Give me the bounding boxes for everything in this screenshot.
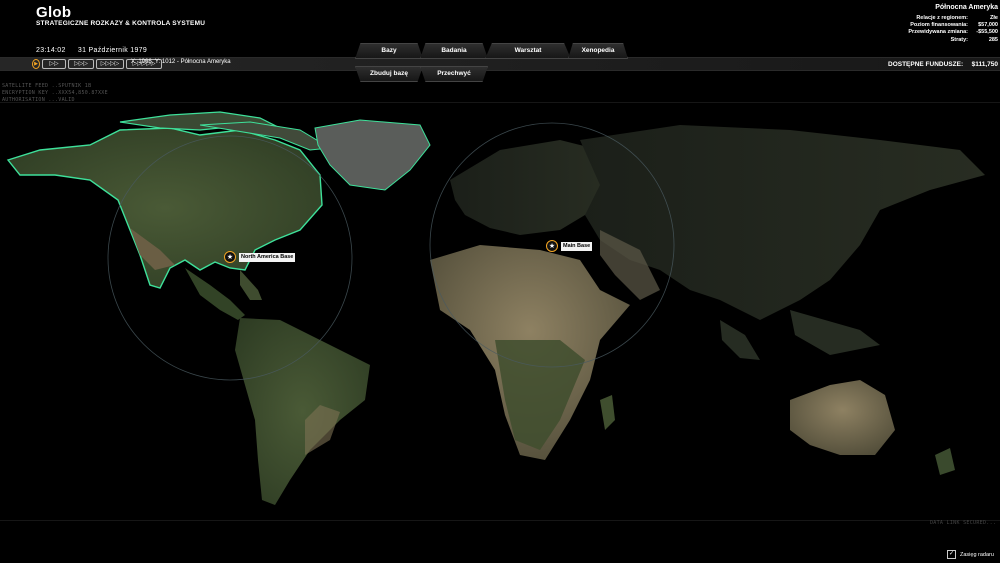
europe [450,140,610,235]
data-link-status: DATA LINK SECURED... [930,520,997,526]
stat-row: Przewidywana zmiana: -$55,500 [900,29,1000,36]
speed-2-button[interactable]: ▷▷▷ [68,58,94,69]
world-map[interactable] [0,0,1000,563]
main-base-marker[interactable]: ★ Main Base [546,240,593,252]
radar-range-label: Zasięg radaru [960,551,994,558]
base-label: Main Base [561,241,593,251]
stat-value: -$55,500 [976,29,998,36]
funds-label: DOSTĘPNE FUNDUSZE: [888,61,964,68]
base-label: North America Base [239,252,296,262]
funds-value: $111,750 [971,61,998,68]
greenland [314,119,431,191]
speed-1-button[interactable]: ▷▷ [42,58,66,69]
build-base-button[interactable]: Zbuduj bazę [355,66,423,82]
stat-label: Przewidywana zmiana: [908,29,968,36]
page-title: Glob [36,4,72,21]
stat-label: Poziom finansowania: [910,22,968,29]
game-date: 31 Październik 1979 [77,47,148,54]
north-america-base-marker[interactable]: ★ North America Base [224,251,296,263]
bases-button[interactable]: Bazy [355,43,423,59]
intercept-button[interactable]: Przechwyć [420,66,488,82]
star-icon: ★ [546,240,558,252]
encryption-key-line: ENCRYPTION KEY ..XXX54,850.87XXE [2,90,108,96]
south-america [235,318,370,505]
region-panel: Północna Ameryka Relacje z regionem: Złe … [900,4,1000,44]
speed-3-button[interactable]: ▷▷▷▷ [96,58,124,69]
radar-range-toggle[interactable]: ✓ Zasięg radaru [947,550,994,559]
star-icon: ★ [224,251,236,263]
central-america [185,268,245,320]
north-america[interactable] [6,111,332,300]
bottom-divider [0,520,1000,521]
stat-label: Straty: [950,36,968,43]
pause-button[interactable]: ▶ [32,58,40,69]
page-subtitle: STRATEGICZNE ROZKAZY & KONTROLA SYSTEMU [36,20,206,27]
cursor-coordinates: X: 1966, Y: 1012 - Północna Ameryka [131,59,231,65]
xenopedia-button[interactable]: Xenopedia [568,43,628,59]
satellite-feed-line: SATELLITE FEED ..SPUTNIK 1B [2,83,92,89]
stat-row: Relacje z regionem: Złe [900,15,1000,22]
workshop-button[interactable]: Warsztat [485,43,571,59]
stat-value: 285 [988,36,998,43]
stat-value: $57,000 [978,22,998,29]
satellite-feed-info: SATELLITE FEED ..SPUTNIK 1B ENCRYPTION K… [2,83,108,104]
stat-row: Straty: 285 [900,37,1000,44]
australia [790,380,895,455]
region-name: Północna Ameryka [935,4,998,11]
game-clock: 23:14:02 31 Październik 1979 [36,47,157,54]
game-time: 23:14:02 [36,47,66,54]
stat-row: Poziom finansowania: $57,000 [900,22,1000,29]
stat-label: Relacje z regionem: [916,15,968,21]
checkbox-checked-icon[interactable]: ✓ [947,550,956,559]
top-divider [0,102,1000,103]
stat-value: Złe [990,15,998,21]
research-button[interactable]: Badania [420,43,488,59]
